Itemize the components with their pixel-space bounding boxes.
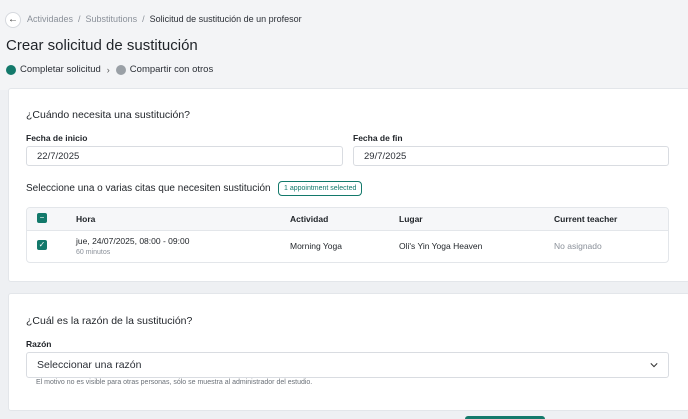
row-duration: 60 minutos [76,249,111,256]
step-separator: › [106,64,110,75]
progress-steps: Completar solicitud › Compartir con otro… [6,64,213,75]
reason-label: Razón [26,339,52,349]
column-header-teacher[interactable]: Current teacher [554,214,617,224]
arrow-left-icon: ← [8,14,18,25]
back-button[interactable]: ← [5,12,21,28]
row-time: jue, 24/07/2025, 08:00 - 09:00 [76,236,190,246]
breadcrumb-item-substitutions[interactable]: Substitutions [86,14,138,24]
select-all-checkbox[interactable]: − [37,213,47,223]
reason-select[interactable]: Seleccionar una razón [26,352,669,378]
start-date-value: 22/7/2025 [37,150,80,162]
reason-select-placeholder: Seleccionar una razón [37,359,142,371]
column-header-time[interactable]: Hora [76,214,95,224]
appointments-table: − Hora Actividad Lugar Current teacher ✓… [26,207,669,263]
end-date-value: 29/7/2025 [364,150,407,162]
start-date-label: Fecha de inicio [26,133,88,143]
row-activity: Morning Yoga [290,241,342,251]
reason-section-title: ¿Cuál es la razón de la sustitución? [26,315,193,327]
chevron-down-icon [650,363,658,368]
row-location: Oli's Yin Yoga Heaven [399,241,483,251]
step-complete-icon [6,64,16,75]
breadcrumb: Actividades / Substitutions / Solicitud … [27,14,302,24]
start-date-input[interactable]: 22/7/2025 [26,146,343,166]
appointments-label: Seleccione una o varias citas que necesi… [26,183,271,194]
column-header-activity[interactable]: Actividad [290,214,328,224]
row-teacher: No asignado [554,241,602,251]
end-date-label: Fecha de fin [353,133,403,143]
column-header-location[interactable]: Lugar [399,214,423,224]
selected-count-badge: 1 appointment selected [278,181,363,196]
step-label-share: Compartir con otros [129,64,214,75]
minus-icon: − [39,213,45,222]
breadcrumb-item-current: Solicitud de sustitución de un profesor [149,14,302,24]
when-section-title: ¿Cuándo necesita una sustitución? [26,109,191,121]
breadcrumb-item-activities[interactable]: Actividades [27,14,73,24]
reason-help-text: El motivo no es visible para otras perso… [36,379,313,386]
step-pending-icon [115,64,126,75]
end-date-input[interactable]: 29/7/2025 [353,146,669,166]
step-label-complete-request: Completar solicitud [20,64,101,75]
breadcrumb-separator: / [142,14,145,24]
breadcrumb-separator: / [78,14,81,24]
row-checkbox[interactable]: ✓ [37,240,47,250]
check-icon: ✓ [38,240,46,249]
page-title: Crear solicitud de sustitución [6,37,198,54]
